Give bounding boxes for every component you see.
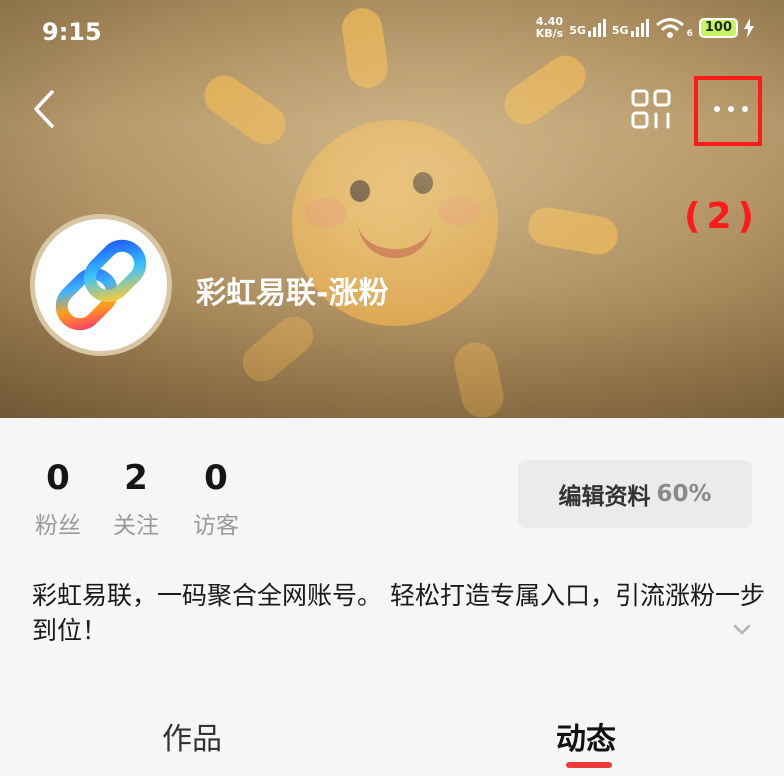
step-annotation: (2) <box>684 196 760 237</box>
stat-fans[interactable]: 0 粉丝 <box>30 458 86 540</box>
edit-profile-button[interactable]: 编辑资料 60% <box>518 460 752 528</box>
battery-icon: 100 <box>698 18 738 38</box>
cellular-signal-2-icon: 5G <box>612 19 649 37</box>
chevron-down-icon <box>733 624 751 635</box>
status-bar: 9:15 4.40 KB/s 5G 5G 6 100 <box>0 0 784 64</box>
qr-code-icon <box>631 89 671 129</box>
stat-visitors[interactable]: 0 访客 <box>188 458 244 540</box>
avatar[interactable] <box>30 214 172 356</box>
edit-profile-label: 编辑资料 <box>558 484 651 510</box>
network-speed: 4.40 KB/s <box>535 15 564 40</box>
status-time: 9:15 <box>42 18 102 46</box>
profile-completion-percent: 60% <box>656 481 712 507</box>
stat-following[interactable]: 2 关注 <box>108 458 164 540</box>
active-tab-indicator <box>566 762 612 768</box>
rainbow-link-logo <box>55 239 147 331</box>
tab-works[interactable]: 作品 <box>162 714 222 758</box>
wifi-icon: 6 <box>655 17 693 39</box>
charging-icon <box>744 18 754 38</box>
chevron-left-icon <box>34 90 54 128</box>
more-options-button[interactable] <box>694 76 762 146</box>
tab-dynamic[interactable]: 动态 <box>556 714 616 758</box>
back-button[interactable] <box>26 86 62 132</box>
expand-bio-button[interactable] <box>730 620 754 638</box>
profile-bio: 彩虹易联，一码聚合全网账号。 轻松打造专属入口，引流涨粉一步到位！ <box>32 581 765 645</box>
more-dots-icon <box>714 106 748 112</box>
profile-panel: 0 粉丝 2 关注 0 访客 编辑资料 60% 彩虹易联，一码聚合全网账号。 轻… <box>0 418 784 776</box>
cellular-signal-1-icon: 5G <box>569 19 606 37</box>
qr-code-button[interactable] <box>630 88 672 130</box>
profile-name: 彩虹易联-涨粉 <box>196 276 389 311</box>
